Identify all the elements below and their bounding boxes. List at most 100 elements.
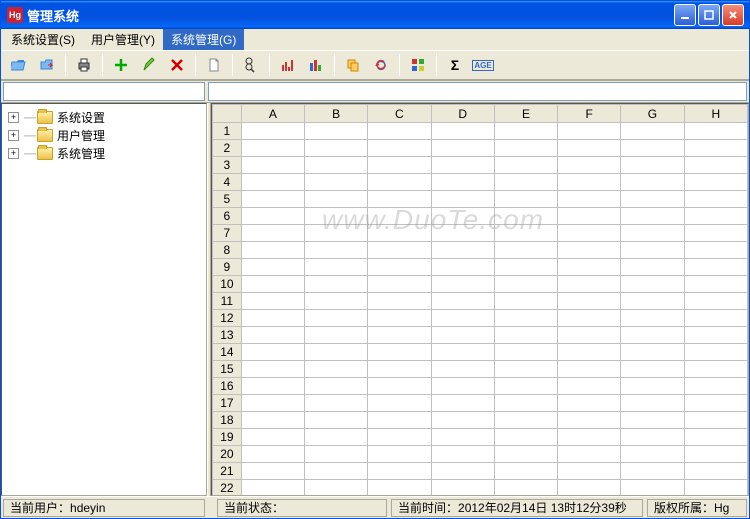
cell-H19[interactable]	[684, 429, 747, 446]
cell-C13[interactable]	[368, 327, 431, 344]
find-button[interactable]	[239, 53, 263, 77]
cell-F19[interactable]	[558, 429, 621, 446]
cell-H21[interactable]	[684, 463, 747, 480]
cell-A13[interactable]	[241, 327, 304, 344]
cell-E20[interactable]	[494, 446, 557, 463]
cell-A8[interactable]	[241, 242, 304, 259]
row-header-3[interactable]: 3	[213, 157, 242, 174]
cell-F7[interactable]	[558, 225, 621, 242]
titlebar[interactable]: Hg 管理系统	[1, 1, 749, 29]
cell-H14[interactable]	[684, 344, 747, 361]
tree-node-system-mgmt[interactable]: + ······ 系统管理	[2, 144, 206, 162]
cell-B10[interactable]	[304, 276, 367, 293]
cell-G9[interactable]	[621, 259, 684, 276]
cell-H2[interactable]	[684, 140, 747, 157]
cell-A2[interactable]	[241, 140, 304, 157]
cell-D12[interactable]	[431, 310, 494, 327]
cell-C5[interactable]	[368, 191, 431, 208]
cell-D21[interactable]	[431, 463, 494, 480]
cell-F20[interactable]	[558, 446, 621, 463]
cell-A4[interactable]	[241, 174, 304, 191]
cell-address-input[interactable]	[3, 82, 205, 101]
cell-B2[interactable]	[304, 140, 367, 157]
cell-H15[interactable]	[684, 361, 747, 378]
col-header-D[interactable]: D	[431, 105, 494, 123]
row-header-4[interactable]: 4	[213, 174, 242, 191]
cell-B16[interactable]	[304, 378, 367, 395]
cell-D4[interactable]	[431, 174, 494, 191]
cell-F22[interactable]	[558, 480, 621, 496]
cell-F14[interactable]	[558, 344, 621, 361]
cell-D15[interactable]	[431, 361, 494, 378]
cell-C16[interactable]	[368, 378, 431, 395]
cell-H10[interactable]	[684, 276, 747, 293]
cell-C8[interactable]	[368, 242, 431, 259]
copy-button[interactable]	[341, 53, 365, 77]
cell-G6[interactable]	[621, 208, 684, 225]
cell-G14[interactable]	[621, 344, 684, 361]
cell-A12[interactable]	[241, 310, 304, 327]
cell-C12[interactable]	[368, 310, 431, 327]
delete-button[interactable]	[165, 53, 189, 77]
cell-E3[interactable]	[494, 157, 557, 174]
cell-H5[interactable]	[684, 191, 747, 208]
cell-F6[interactable]	[558, 208, 621, 225]
sum-button[interactable]: Σ	[443, 53, 467, 77]
cell-G11[interactable]	[621, 293, 684, 310]
col-header-E[interactable]: E	[494, 105, 557, 123]
refresh-button[interactable]	[369, 53, 393, 77]
cell-B9[interactable]	[304, 259, 367, 276]
cell-F16[interactable]	[558, 378, 621, 395]
cell-A20[interactable]	[241, 446, 304, 463]
cell-E17[interactable]	[494, 395, 557, 412]
cell-G20[interactable]	[621, 446, 684, 463]
cell-G8[interactable]	[621, 242, 684, 259]
row-header-20[interactable]: 20	[213, 446, 242, 463]
cell-C1[interactable]	[368, 123, 431, 140]
cell-B6[interactable]	[304, 208, 367, 225]
cell-E10[interactable]	[494, 276, 557, 293]
cell-G13[interactable]	[621, 327, 684, 344]
tree-node-system-settings[interactable]: + ······ 系统设置	[2, 108, 206, 126]
cell-B15[interactable]	[304, 361, 367, 378]
cell-H7[interactable]	[684, 225, 747, 242]
cell-B11[interactable]	[304, 293, 367, 310]
col-header-H[interactable]: H	[684, 105, 747, 123]
open-button[interactable]	[7, 53, 31, 77]
cell-H18[interactable]	[684, 412, 747, 429]
cell-F21[interactable]	[558, 463, 621, 480]
cell-E2[interactable]	[494, 140, 557, 157]
cell-E16[interactable]	[494, 378, 557, 395]
grid-corner[interactable]	[213, 105, 242, 123]
row-header-2[interactable]: 2	[213, 140, 242, 157]
cell-A18[interactable]	[241, 412, 304, 429]
cell-D6[interactable]	[431, 208, 494, 225]
cell-G17[interactable]	[621, 395, 684, 412]
cell-C17[interactable]	[368, 395, 431, 412]
cell-B5[interactable]	[304, 191, 367, 208]
cell-C9[interactable]	[368, 259, 431, 276]
menu-system-settings[interactable]: 系统设置(S)	[3, 29, 83, 50]
cell-B4[interactable]	[304, 174, 367, 191]
row-header-9[interactable]: 9	[213, 259, 242, 276]
row-header-22[interactable]: 22	[213, 480, 242, 496]
cell-G5[interactable]	[621, 191, 684, 208]
cell-A9[interactable]	[241, 259, 304, 276]
row-header-14[interactable]: 14	[213, 344, 242, 361]
menu-user-mgmt[interactable]: 用户管理(Y)	[83, 29, 163, 50]
cell-H3[interactable]	[684, 157, 747, 174]
cell-A10[interactable]	[241, 276, 304, 293]
cell-E8[interactable]	[494, 242, 557, 259]
row-header-12[interactable]: 12	[213, 310, 242, 327]
cell-G21[interactable]	[621, 463, 684, 480]
cell-E14[interactable]	[494, 344, 557, 361]
cell-B7[interactable]	[304, 225, 367, 242]
cell-D20[interactable]	[431, 446, 494, 463]
minimize-button[interactable]	[674, 4, 696, 26]
cell-D10[interactable]	[431, 276, 494, 293]
cell-C10[interactable]	[368, 276, 431, 293]
chart-bar-button[interactable]	[276, 53, 300, 77]
cell-C7[interactable]	[368, 225, 431, 242]
cell-E7[interactable]	[494, 225, 557, 242]
cell-B18[interactable]	[304, 412, 367, 429]
